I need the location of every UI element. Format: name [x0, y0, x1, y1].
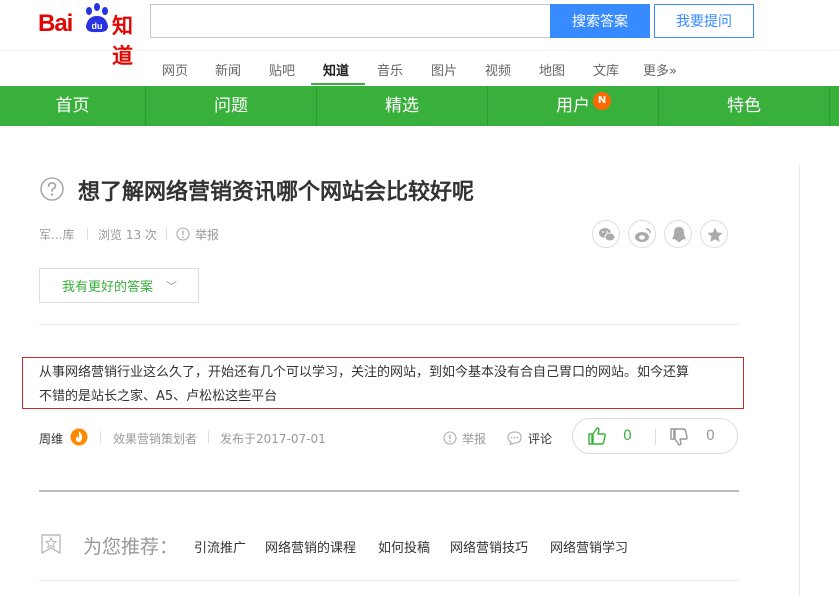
sidebar-divider: [799, 165, 800, 596]
paw-logo-icon: du: [86, 3, 108, 33]
channel-more[interactable]: 更多»: [643, 60, 677, 79]
answer-content: 从事网络营销行业这么久了，开始还有几个可以学习，关注的网站，到如今基本没有合自己…: [22, 357, 744, 409]
ask-question-button[interactable]: 我要提问: [654, 4, 754, 38]
publish-date: 发布于2017-07-01: [220, 432, 326, 446]
like-count: 0: [623, 428, 632, 444]
report-answer-link[interactable]: 举报: [462, 430, 486, 447]
section-divider: [39, 324, 739, 325]
channel-web[interactable]: 网页: [162, 60, 188, 79]
recommend-link[interactable]: 网络营销技巧: [450, 537, 528, 556]
bookmark-star-icon: [41, 534, 61, 554]
logo-bai-text: Bai: [38, 10, 73, 37]
search-answer-button[interactable]: 搜索答案: [550, 4, 650, 38]
logo-du-text: du: [92, 21, 103, 31]
comment-link[interactable]: 评论: [528, 430, 552, 447]
favorite-button[interactable]: [700, 220, 728, 248]
vote-separator: [655, 429, 656, 445]
channel-news[interactable]: 新闻: [215, 60, 241, 79]
dislike-count: 0: [706, 428, 715, 444]
level-badge-icon: [70, 428, 88, 446]
report-question-link[interactable]: 举报: [195, 226, 219, 243]
qq-icon: [672, 227, 686, 242]
new-badge: N: [593, 92, 611, 110]
meta-divider: [208, 431, 209, 443]
meta-divider: [87, 228, 88, 240]
recommend-title: 为您推荐：: [83, 536, 179, 558]
better-answer-button[interactable]: 我有更好的答案 ﹀: [39, 268, 199, 303]
chevron-down-icon: ﹀: [166, 280, 177, 293]
author-title: 效果营销策划者: [113, 432, 198, 446]
meta-divider: [100, 431, 101, 443]
thumbs-up-icon[interactable]: [587, 426, 607, 446]
recommend-link[interactable]: 引流推广: [194, 537, 246, 556]
share-wechat-button[interactable]: [592, 220, 620, 248]
recommend-link[interactable]: 网络营销学习: [550, 537, 628, 556]
asker-name[interactable]: 军...库: [39, 226, 74, 243]
nav-questions[interactable]: 问题: [146, 86, 317, 126]
weibo-icon: [635, 228, 651, 242]
bottom-divider: [39, 580, 739, 581]
recommend-link[interactable]: 网络营销的课程: [265, 537, 356, 556]
view-count: 浏览 13 次: [98, 228, 157, 242]
report-icon[interactable]: [443, 431, 457, 445]
report-icon[interactable]: [176, 227, 190, 241]
answer-text-line: 从事网络营销行业这么久了，开始还有几个可以学习，关注的网站，到如今基本没有合自己…: [39, 365, 690, 380]
meta-divider: [166, 228, 167, 240]
active-channel-underline: [311, 83, 365, 85]
search-input[interactable]: [150, 4, 551, 38]
wechat-icon: [599, 228, 616, 242]
comment-icon[interactable]: [507, 431, 522, 445]
question-mark-icon: [40, 177, 64, 201]
channel-images[interactable]: 图片: [431, 60, 457, 79]
channel-map[interactable]: 地图: [539, 60, 565, 79]
better-answer-label: 我有更好的答案: [62, 280, 154, 295]
answer-divider: [39, 490, 739, 492]
recommend-link[interactable]: 如何投稿: [378, 537, 430, 556]
nav-home[interactable]: 首页: [0, 86, 146, 126]
channel-wenku[interactable]: 文库: [593, 60, 619, 79]
channel-music[interactable]: 音乐: [377, 60, 403, 79]
channel-zhidao[interactable]: 知道: [323, 60, 349, 79]
vote-box: 0 0: [572, 418, 738, 454]
nav-users[interactable]: 用户: [488, 86, 659, 126]
question-title: 想了解网络营销资讯哪个网站会比较好呢: [78, 180, 475, 205]
thumbs-down-icon[interactable]: [669, 427, 689, 447]
answer-author-name[interactable]: 周维: [39, 430, 63, 447]
answer-text-line: 不错的是站长之家、A5、卢松松这些平台: [39, 389, 278, 404]
nav-featured[interactable]: 精选: [317, 86, 488, 126]
channel-tieba[interactable]: 贴吧: [269, 60, 295, 79]
main-nav: 首页 问题 精选 用户 特色 N: [0, 86, 839, 126]
nav-special[interactable]: 特色: [659, 86, 830, 126]
share-qq-button[interactable]: [664, 220, 692, 248]
baidu-zhidao-logo[interactable]: Bai du 知道: [38, 2, 144, 68]
channel-video[interactable]: 视频: [485, 60, 511, 79]
share-weibo-button[interactable]: [628, 220, 656, 248]
star-icon: [707, 227, 723, 242]
channel-nav: 网页 新闻 贴吧 知道 音乐 图片 视频 地图 文库 更多»: [0, 50, 839, 86]
